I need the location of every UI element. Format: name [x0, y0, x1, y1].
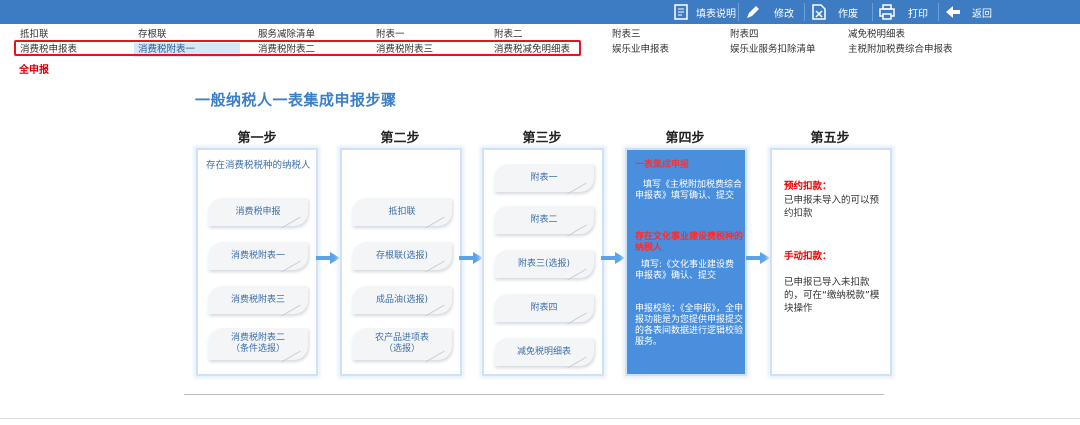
back-arrow-icon: [944, 3, 962, 21]
nav-consumption-tax-return[interactable]: 消费税申报表: [20, 43, 77, 57]
step-4-label: 第四步: [665, 131, 705, 146]
step-5-heading-2: 手动扣款：: [784, 251, 832, 262]
step-1-box: 存在消费税税种的纳税人 消费税申报 消费税附表一 消费税附表三 消费税附表二 （…: [196, 148, 318, 376]
nav-schedule-4[interactable]: 附表四: [730, 28, 759, 42]
nav-stub-copy[interactable]: 存根联: [138, 28, 167, 42]
back-label: 返回: [972, 8, 992, 20]
step-1-label: 第一步: [237, 131, 277, 146]
consumption-schedule-3-button[interactable]: 消费税附表三: [208, 286, 308, 314]
nav-deduction-copy[interactable]: 抵扣联: [20, 28, 49, 42]
step-3-label: 第三步: [522, 131, 562, 146]
step-5-text-2: 已申报已导入未扣款的，可在“缴纳税款”模块操作: [784, 277, 880, 314]
consumption-schedule-1-button[interactable]: 消费税附表一: [208, 242, 308, 270]
print-label: 打印: [908, 8, 928, 20]
nav-combined-surtax-return[interactable]: 主税附加税费综合申报表: [848, 43, 953, 57]
step-5-heading-1: 预约扣款：: [784, 181, 832, 192]
nav-schedule-3[interactable]: 附表三: [612, 28, 641, 42]
step-4-text-1: 填写《主税附加税费综合申报表》填写确认、提交: [635, 180, 743, 201]
arrow-right-icon: [316, 252, 340, 264]
agricultural-input-button[interactable]: 农产品进项表 （选报）: [352, 328, 452, 360]
toolbar-divider: [872, 3, 873, 21]
arrow-right-icon: [459, 252, 483, 264]
arrow-right-icon: [746, 252, 770, 264]
consumption-schedule-2-button[interactable]: 消费税附表二 （条件选报）: [208, 328, 308, 360]
schedule-3-button[interactable]: 附表三(选报): [494, 250, 594, 278]
step-2-label: 第二步: [380, 131, 420, 146]
page-title: 一般纳税人一表集成申报步骤: [195, 91, 397, 109]
step-1-intro: 存在消费税税种的纳税人: [206, 160, 311, 171]
nav-consumption-schedule-1[interactable]: 消费税附表一: [134, 43, 240, 57]
toolbar-divider: [738, 3, 739, 21]
consumption-tax-return-button[interactable]: 消费税申报: [208, 198, 308, 226]
step-5-label: 第五步: [810, 131, 850, 146]
arrow-right-icon: [601, 252, 625, 264]
schedule-1-button[interactable]: 附表一: [494, 164, 594, 192]
nav-schedule-1[interactable]: 附表一: [376, 28, 405, 42]
top-toolbar: 填表说明 修改 作废 打印 返回: [0, 0, 1080, 24]
divider: [184, 394, 884, 395]
divider: [0, 418, 1080, 419]
void-document-icon: [810, 3, 828, 21]
schedule-4-button[interactable]: 附表四: [494, 294, 594, 322]
nav-tax-relief-details[interactable]: 减免税明细表: [848, 28, 905, 42]
nav-entertainment-deduction-list[interactable]: 娱乐业服务扣除清单: [730, 43, 816, 57]
toolbar-divider: [804, 3, 805, 21]
printer-icon: [878, 3, 896, 21]
step-5-box: 预约扣款： 已申报未导入的可以预约扣款 手动扣款： 已申报已导入未扣款的，可在“…: [770, 148, 892, 376]
modify-button[interactable]: 修改: [744, 2, 794, 22]
nav-consumption-schedule-3[interactable]: 消费税附表三: [376, 43, 433, 57]
schedule-2-button[interactable]: 附表二: [494, 206, 594, 234]
back-button[interactable]: 返回: [944, 2, 992, 22]
tax-relief-details-button[interactable]: 减免税明细表: [494, 338, 594, 366]
full-report-link[interactable]: 全申报: [19, 61, 49, 76]
fill-instructions-label: 填表说明: [696, 8, 736, 20]
deduction-copy-button[interactable]: 抵扣联: [352, 198, 452, 226]
form-nav-row-1: 抵扣联 存根联 服务减除清单 附表一 附表二 附表三 附表四 减免税明细表: [0, 28, 1080, 42]
step-2-box: 抵扣联 存根联(选报) 成品油(选报) 农产品进项表 （选报）: [340, 148, 462, 376]
void-label: 作废: [838, 8, 858, 20]
step-4-text-3: 申报校验：《全申报》，全申报功能是为您提供申报提交的各表间数据进行逻辑校验服务。: [635, 304, 744, 347]
nav-service-deduction-list[interactable]: 服务减除清单: [258, 28, 315, 42]
step-4-box: 一表集成申报 填写《主税附加税费综合申报表》填写确认、提交 存在文化事业建设费税…: [625, 148, 747, 376]
step-4-heading-1: 一表集成申报: [635, 160, 690, 170]
form-nav-row-2: 消费税申报表 消费税附表一 消费税附表二 消费税附表三 消费税减免明细表 娱乐业…: [0, 43, 1080, 57]
modify-label: 修改: [774, 8, 794, 20]
pencil-icon: [744, 3, 762, 21]
refined-oil-button[interactable]: 成品油(选报): [352, 286, 452, 314]
nav-consumption-schedule-2[interactable]: 消费税附表二: [258, 43, 315, 57]
nav-entertainment-return[interactable]: 娱乐业申报表: [612, 43, 669, 57]
toolbar-divider: [938, 3, 939, 21]
void-button[interactable]: 作废: [810, 2, 858, 22]
step-5-text-1: 已申报未导入的可以预约扣款: [784, 195, 880, 219]
print-button[interactable]: 打印: [878, 2, 928, 22]
step-4-text-2: 填写:《文化事业建设费申报表》确认、提交: [635, 260, 735, 281]
nav-schedule-2[interactable]: 附表二: [494, 28, 523, 42]
step-3-box: 附表一 附表二 附表三(选报) 附表四 减免税明细表: [482, 148, 604, 376]
step-4-heading-2: 存在文化事业建设费税种的纳税人: [635, 232, 744, 253]
nav-consumption-relief-details[interactable]: 消费税减免明细表: [494, 43, 570, 57]
document-icon: [672, 3, 690, 21]
stub-copy-button[interactable]: 存根联(选报): [352, 242, 452, 270]
fill-instructions-button[interactable]: 填表说明: [672, 2, 736, 22]
